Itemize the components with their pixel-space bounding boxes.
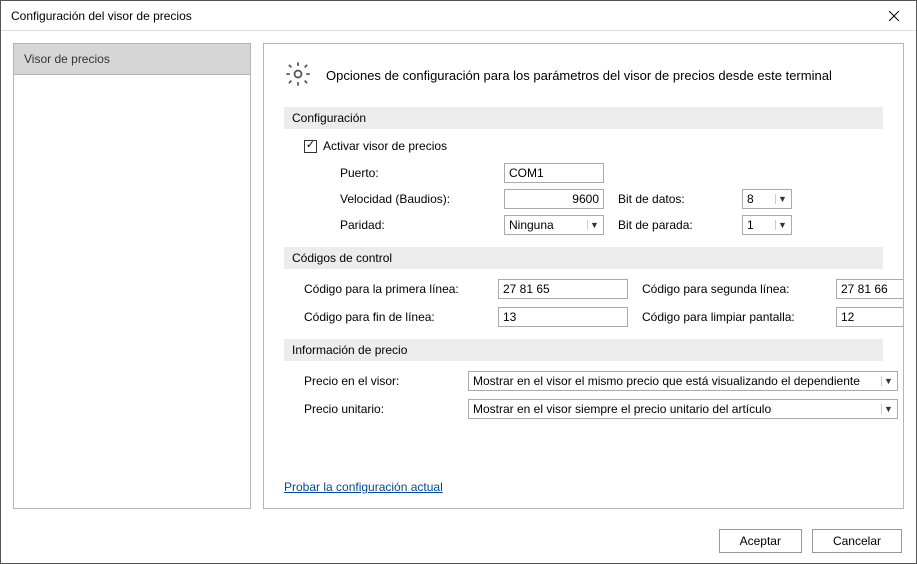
close-button[interactable]: [872, 1, 916, 31]
stopbit-value: 1: [747, 218, 775, 232]
sidebar: Visor de precios: [13, 43, 251, 509]
parity-value: Ninguna: [509, 218, 587, 232]
databits-select[interactable]: 8 ▼: [742, 189, 792, 209]
baud-label: Velocidad (Baudios):: [340, 192, 490, 206]
code-line1-input[interactable]: [498, 279, 628, 299]
price-visor-select[interactable]: Mostrar en el visor el mismo precio que …: [468, 371, 898, 391]
dialog-window: Configuración del visor de precios Visor…: [0, 0, 917, 564]
main-panel: Opciones de configuración para los parám…: [263, 43, 904, 509]
code-clear-label: Código para limpiar pantalla:: [642, 310, 822, 324]
dialog-footer: Aceptar Cancelar: [1, 521, 916, 563]
cancel-button[interactable]: Cancelar: [812, 529, 902, 553]
gear-icon: [284, 60, 312, 91]
panel-header-text: Opciones de configuración para los parám…: [326, 68, 832, 83]
chevron-down-icon: ▼: [881, 404, 895, 414]
stopbit-select[interactable]: 1 ▼: [742, 215, 792, 235]
close-icon: [889, 11, 899, 21]
databits-value: 8: [747, 192, 775, 206]
section-codes-title: Códigos de control: [284, 247, 883, 269]
code-line2-input[interactable]: [836, 279, 904, 299]
price-unit-value: Mostrar en el visor siempre el precio un…: [473, 402, 881, 416]
price-visor-label: Precio en el visor:: [304, 374, 454, 388]
accept-button[interactable]: Aceptar: [719, 529, 802, 553]
code-eol-label: Código para fin de línea:: [304, 310, 484, 324]
code-line2-label: Código para segunda línea:: [642, 282, 822, 296]
chevron-down-icon: ▼: [775, 220, 789, 230]
parity-label: Paridad:: [340, 218, 490, 232]
sidebar-item-label: Visor de precios: [24, 52, 110, 66]
code-eol-input[interactable]: [498, 307, 628, 327]
price-unit-select[interactable]: Mostrar en el visor siempre el precio un…: [468, 399, 898, 419]
code-clear-input[interactable]: [836, 307, 904, 327]
titlebar: Configuración del visor de precios: [1, 1, 916, 31]
activate-label: Activar visor de precios: [323, 139, 447, 153]
activate-checkbox-row: Activar visor de precios: [304, 139, 883, 153]
port-input[interactable]: [504, 163, 604, 183]
test-config-link[interactable]: Probar la configuración actual: [284, 480, 443, 494]
price-unit-label: Precio unitario:: [304, 402, 454, 416]
baud-input[interactable]: [504, 189, 604, 209]
section-config-title: Configuración: [284, 107, 883, 129]
code-line1-label: Código para la primera línea:: [304, 282, 484, 296]
price-visor-value: Mostrar en el visor el mismo precio que …: [473, 374, 881, 388]
sidebar-item-visor[interactable]: Visor de precios: [14, 44, 250, 75]
port-label: Puerto:: [340, 166, 490, 180]
databits-label: Bit de datos:: [618, 192, 728, 206]
parity-select[interactable]: Ninguna ▼: [504, 215, 604, 235]
stopbit-label: Bit de parada:: [618, 218, 728, 232]
chevron-down-icon: ▼: [881, 376, 895, 386]
panel-header: Opciones de configuración para los parám…: [284, 60, 883, 91]
activate-checkbox[interactable]: [304, 140, 317, 153]
dialog-body: Visor de precios Opciones de configuraci…: [1, 31, 916, 521]
chevron-down-icon: ▼: [587, 220, 601, 230]
chevron-down-icon: ▼: [775, 194, 789, 204]
section-price-title: Información de precio: [284, 339, 883, 361]
window-title: Configuración del visor de precios: [11, 9, 872, 23]
